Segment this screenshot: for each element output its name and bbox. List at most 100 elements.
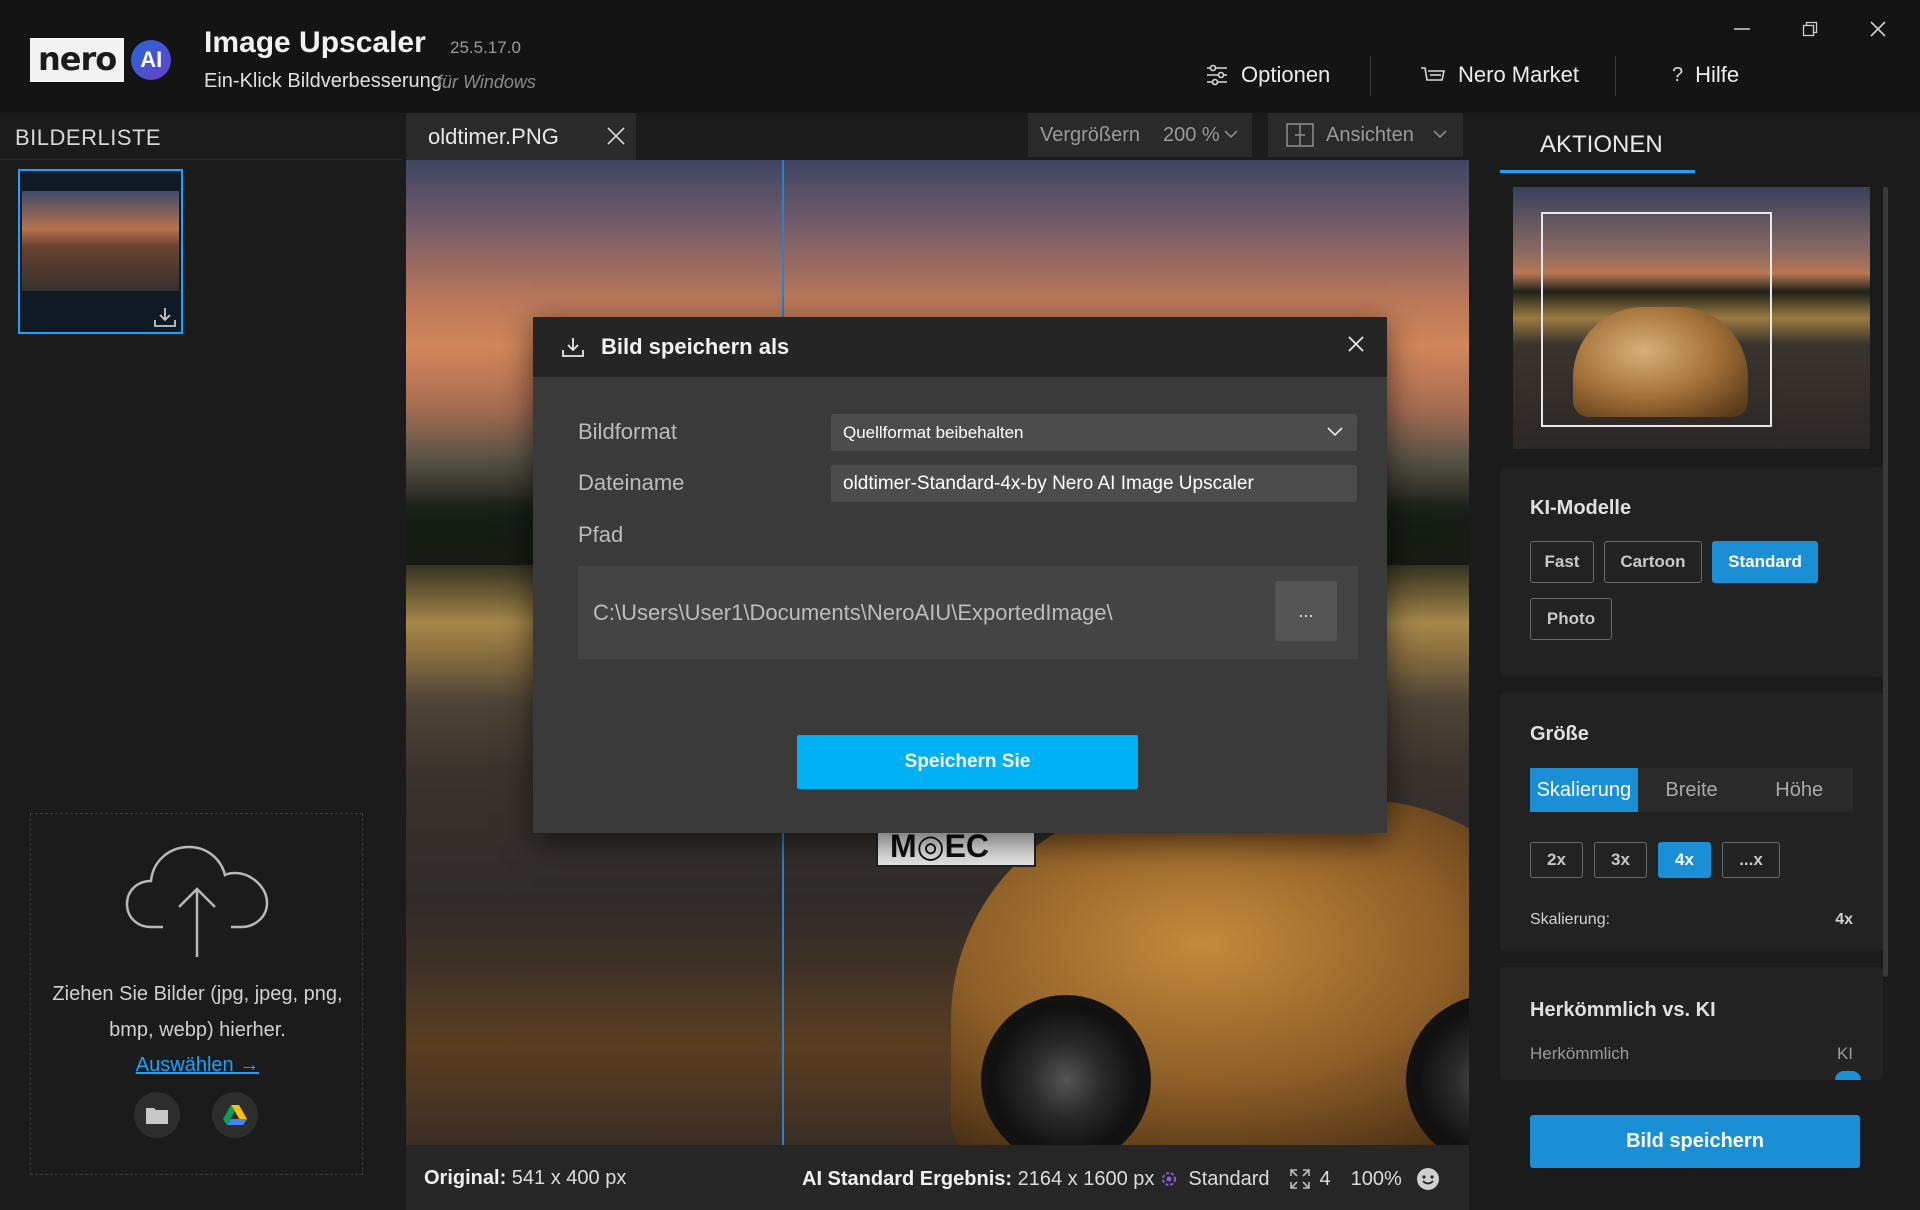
dialog-header: Bild speichern als <box>533 317 1387 377</box>
ai-models-title: KI-Modelle <box>1530 497 1632 519</box>
result-label: AI Standard Ergebnis: <box>802 1167 1013 1190</box>
format-select[interactable]: Quellformat beibehalten <box>831 414 1357 451</box>
image-list-panel: BILDERLISTE Ziehen Sie Bilder (jpg, jpeg… <box>0 113 402 1210</box>
drop-zone[interactable]: Ziehen Sie Bilder (jpg, jpeg, png, bmp, … <box>30 813 363 1175</box>
mode-width-button[interactable]: Breite <box>1638 768 1746 812</box>
scaling-value: 4x <box>1835 911 1853 928</box>
compare-right-label: KI <box>1836 1044 1853 1063</box>
scale-4x-button[interactable]: 4x <box>1658 842 1711 878</box>
filename-label: Dateiname <box>578 470 685 495</box>
drop-instructions: Ziehen Sie Bilder (jpg, jpeg, png, bmp, … <box>31 976 364 1048</box>
title-bar: nero AI Image Upscaler 25.5.17.0 Ein-Kli… <box>0 0 1920 113</box>
zoom-value: 200 % <box>1163 124 1220 146</box>
result-info: AI Standard Ergebnis: 2164 x 1600 px Sta… <box>802 1167 1440 1191</box>
nero-market-button[interactable]: Nero Market <box>1420 62 1579 88</box>
chevron-down-icon <box>1433 129 1447 139</box>
size-title: Größe <box>1530 723 1589 745</box>
question-icon: ? <box>1672 63 1684 86</box>
app-subtitle-os: für Windows <box>437 72 536 92</box>
browse-button[interactable]: ... <box>1275 581 1337 641</box>
result-value: 2164 x 1600 px <box>1017 1167 1155 1190</box>
app-title: Image Upscaler <box>204 26 426 59</box>
tab-actions[interactable]: AKTIONEN <box>1500 113 1695 173</box>
tab-label: oldtimer.PNG <box>428 124 559 149</box>
cart-icon <box>1420 64 1446 86</box>
restore-icon[interactable] <box>1795 14 1825 44</box>
nav-divider <box>1370 56 1371 96</box>
nav-divider <box>1615 56 1616 96</box>
minimize-icon[interactable] <box>1727 14 1757 44</box>
compare-left-label: Herkömmlich <box>1530 1044 1630 1063</box>
zoom-percent: 100% <box>1350 1167 1402 1190</box>
format-label: Bildformat <box>578 419 678 444</box>
options-button[interactable]: Optionen <box>1205 62 1330 88</box>
model-fast-button[interactable]: Fast <box>1530 541 1594 583</box>
model-value: Standard <box>1188 1167 1270 1190</box>
zoom-label: Vergrößern <box>1040 124 1141 146</box>
size-card: Größe Skalierung Breite Höhe 2x 3x 4x ..… <box>1500 693 1883 951</box>
scale-custom-button[interactable]: ...x <box>1722 842 1780 878</box>
app-version: 25.5.17.0 <box>450 38 521 57</box>
close-window-icon[interactable] <box>1863 14 1893 44</box>
google-drive-icon[interactable] <box>212 1092 258 1138</box>
scale-2x-button[interactable]: 2x <box>1530 842 1583 878</box>
download-icon[interactable] <box>153 306 177 328</box>
model-photo-button[interactable]: Photo <box>1530 598 1612 640</box>
ai-sparkle-icon <box>1158 1168 1180 1190</box>
size-mode-segmented: Skalierung Breite Höhe <box>1530 768 1853 812</box>
format-value: Quellformat beibehalten <box>843 423 1024 442</box>
compare-title: Herkömmlich vs. KI <box>1530 999 1716 1021</box>
compare-card: Herkömmlich vs. KI Herkömmlich KI <box>1500 967 1883 1080</box>
close-dialog-icon[interactable] <box>1347 335 1365 353</box>
original-value: 541 x 400 px <box>511 1167 627 1189</box>
divider <box>0 159 402 160</box>
path-field[interactable]: C:\Users\User1\Documents\NeroAIU\Exporte… <box>578 566 1358 659</box>
nero-ai-logo: nero AI <box>30 38 172 82</box>
scale-3x-button[interactable]: 3x <box>1594 842 1647 878</box>
help-button[interactable]: ? Hilfe <box>1672 62 1739 88</box>
view-label: Ansichten <box>1326 124 1414 146</box>
logo-badge: AI <box>131 40 172 80</box>
viewport-frame[interactable] <box>1541 212 1772 427</box>
cloud-upload-icon <box>123 839 273 959</box>
chevron-down-icon <box>1224 129 1238 139</box>
dialog-save-button[interactable]: Speichern Sie <box>797 735 1138 789</box>
scaling-label: Skalierung: <box>1530 911 1611 928</box>
actions-tab-label: AKTIONEN <box>1540 131 1663 158</box>
logo-text: nero <box>30 38 125 82</box>
status-bar: Original: 541 x 400 px AI Standard Ergeb… <box>406 1145 1469 1210</box>
close-tab-icon[interactable] <box>606 126 626 146</box>
thumbnail-image <box>22 191 179 291</box>
compare-slider-knob[interactable] <box>1835 1071 1861 1080</box>
image-thumbnail[interactable] <box>18 169 183 334</box>
tab-oldtimer[interactable]: oldtimer.PNG <box>406 113 636 161</box>
split-view-icon <box>1286 123 1314 147</box>
help-label: Hilfe <box>1695 62 1740 87</box>
sliders-icon <box>1205 64 1229 86</box>
path-label: Pfad <box>578 522 624 547</box>
drop-instructions-line2: bmp, webp) hierher. <box>109 1019 286 1041</box>
folder-icon[interactable] <box>134 1092 180 1138</box>
zoom-select[interactable]: Vergrößern 200 % <box>1028 113 1252 157</box>
save-download-icon <box>561 336 585 358</box>
drop-instructions-line1: Ziehen Sie Bilder (jpg, jpeg, png, <box>52 983 343 1005</box>
view-select[interactable]: Ansichten <box>1268 113 1463 157</box>
model-cartoon-button[interactable]: Cartoon <box>1604 541 1702 583</box>
mode-height-button[interactable]: Höhe <box>1745 768 1853 812</box>
app-subtitle: Ein-Klick Bildverbesserung <box>204 70 442 92</box>
nero-market-label: Nero Market <box>1458 62 1580 87</box>
feedback-smiley-icon[interactable] <box>1416 1167 1440 1191</box>
path-value: C:\Users\User1\Documents\NeroAIU\Exporte… <box>593 600 1113 625</box>
select-files-link[interactable]: Auswählen → <box>31 1054 364 1077</box>
save-image-button[interactable]: Bild speichern <box>1530 1115 1860 1168</box>
chevron-down-icon <box>1327 426 1343 437</box>
panel-scrollbar[interactable] <box>1883 187 1888 977</box>
scale-value: 4 <box>1319 1167 1331 1190</box>
save-as-dialog: Bild speichern als Bildformat Quellforma… <box>533 317 1387 833</box>
filename-input[interactable] <box>831 465 1357 502</box>
dialog-title: Bild speichern als <box>601 334 790 359</box>
mode-scaling-button[interactable]: Skalierung <box>1530 768 1638 812</box>
original-label: Original: <box>424 1167 507 1189</box>
model-standard-button[interactable]: Standard <box>1712 541 1818 583</box>
image-list-heading: BILDERLISTE <box>15 125 162 150</box>
